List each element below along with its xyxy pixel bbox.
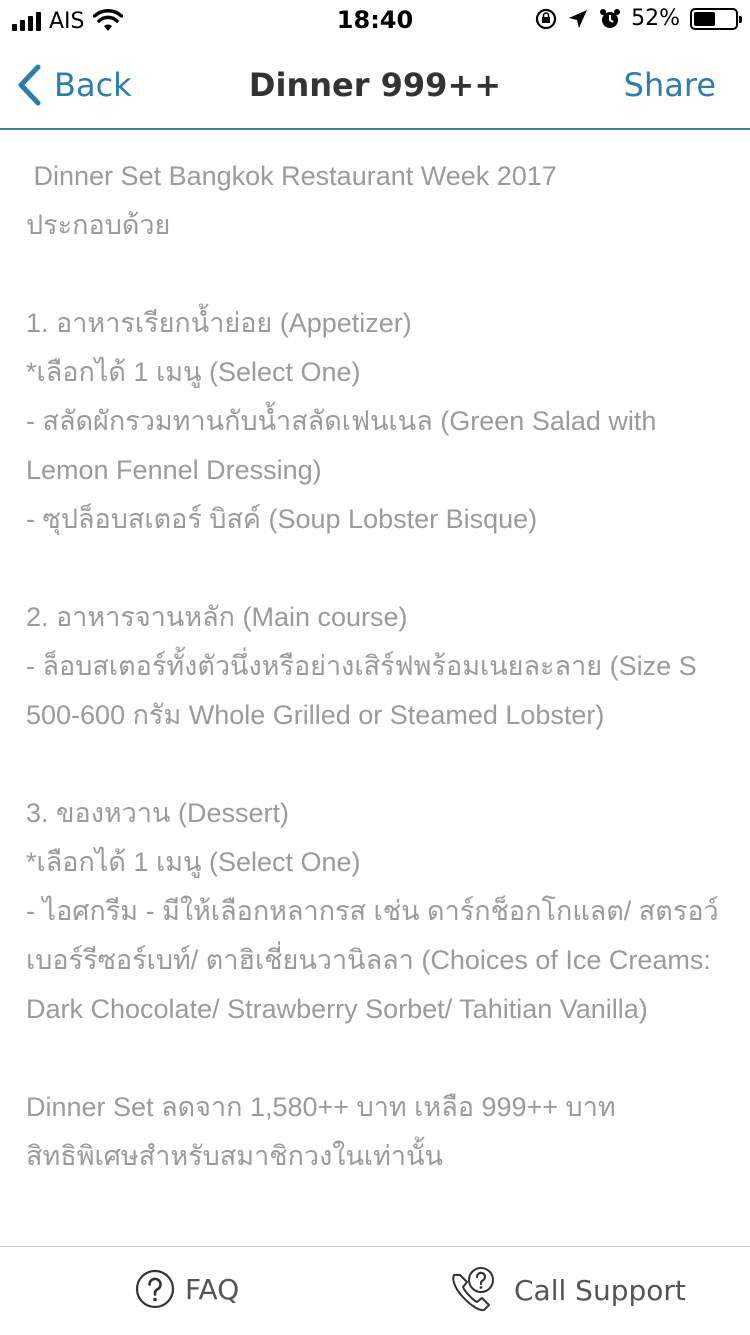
battery-cap [739,15,742,23]
alarm-icon [600,8,621,28]
call-support-button[interactable]: Call Support [448,1265,686,1315]
member-line: สิทธิพิเศษสำหรับสมาชิกวงในเท่านั้น [26,1141,443,1171]
faq-button[interactable]: FAQ [135,1269,239,1309]
price-line: Dinner Set ลดจาก 1,580++ บาท เหลือ 999++… [26,1092,616,1122]
description-text: Dinner Set Bangkok Restaurant Week 2017 … [26,152,726,1181]
appetizer-item-soup: - ซุปล็อบสเตอร์ บิสค์ (Soup Lobster Bisq… [26,504,538,534]
bottom-bar: FAQ Call Support [0,1246,750,1335]
share-button[interactable]: Share [624,66,716,104]
main-course-heading: 2. อาหารจานหลัก (Main course) [26,602,408,632]
call-support-label: Call Support [514,1273,686,1307]
appetizer-item-salad: - สลัดผักรวมทานกับน้ำสลัดเฟนเนล (Green S… [26,406,664,485]
phone-question-icon [452,1267,494,1312]
intro-subline: ประกอบด้วย [26,210,171,240]
dessert-note: *เลือกได้ 1 เมนู (Select One) [26,847,361,877]
question-circle-icon [135,1269,175,1309]
main-course-item-lobster: - ล็อบสเตอร์ทั้งตัวนึ่งหรือย่างเสิร์ฟพร้… [26,651,705,730]
rotation-lock-icon [535,8,557,29]
navigation-bar: Back Dinner 999++ Share [0,40,750,130]
battery-percent: 52% [631,6,680,31]
dessert-heading: 3. ของหวาน (Dessert) [26,798,289,828]
status-bar: AIS 18:40 52% [0,0,750,40]
dessert-item-icecream: - ไอศกรีม - มีให้เลือกหลากรส เช่น ดาร์กช… [26,896,719,1024]
appetizer-note: *เลือกได้ 1 เมนู (Select One) [26,357,361,387]
intro-line: Dinner Set Bangkok Restaurant Week 2017 [26,161,557,191]
battery-icon [690,7,742,30]
battery-fill [694,11,715,26]
faq-label: FAQ [185,1272,240,1306]
location-arrow-icon [569,9,588,28]
appetizer-heading: 1. อาหารเรียกน้ำย่อย (Appetizer) [26,308,412,338]
status-right: 52% [535,6,742,31]
